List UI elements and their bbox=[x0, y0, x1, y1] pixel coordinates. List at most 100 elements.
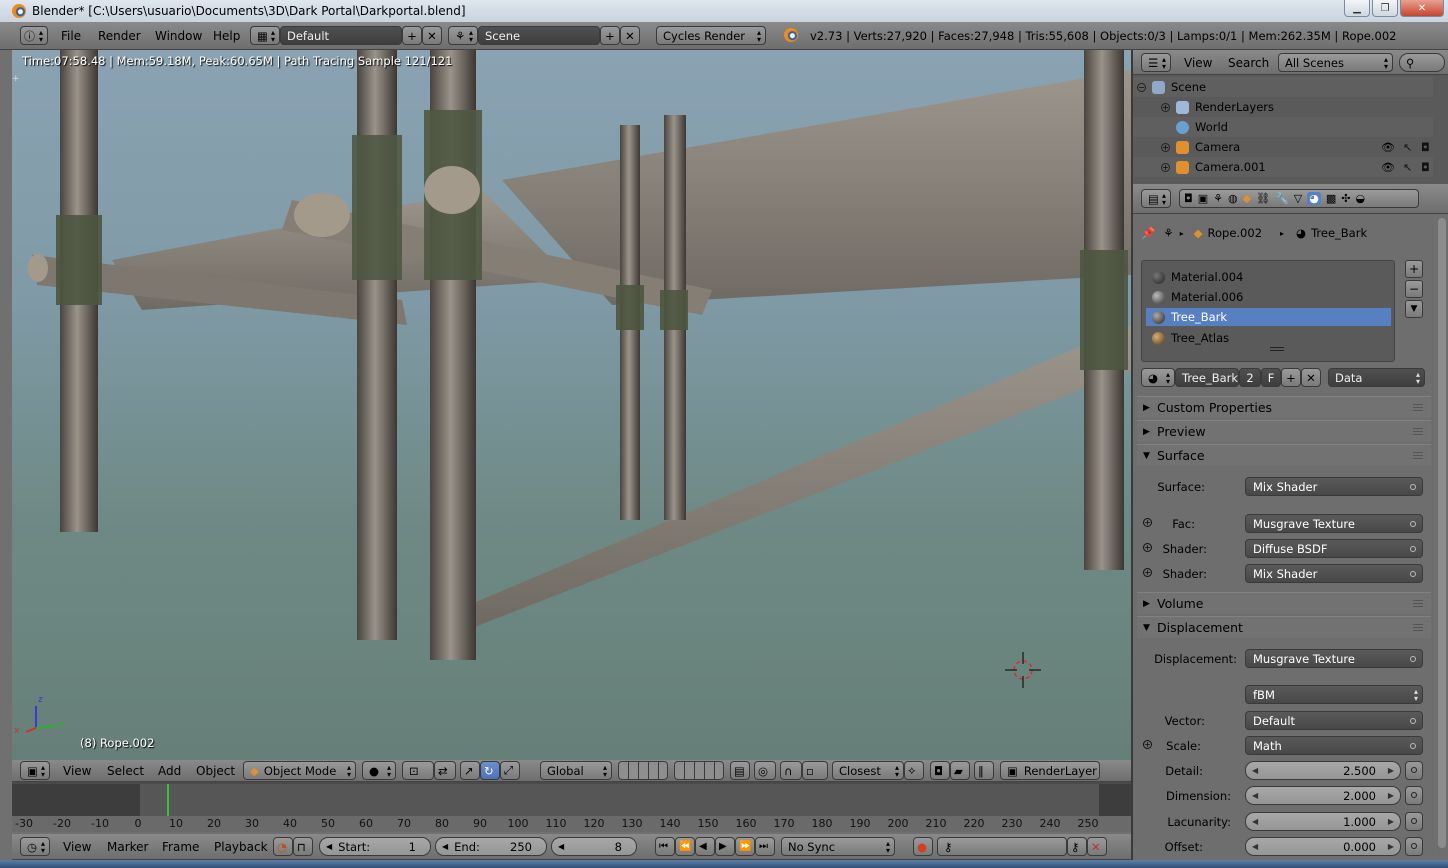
expand-icon[interactable]: + bbox=[1161, 102, 1170, 112]
menu-render[interactable]: Render bbox=[98, 26, 141, 46]
transform-orientation-select[interactable]: Global ▴ ▾ bbox=[540, 761, 612, 780]
timeline-menu-frame[interactable]: Frame bbox=[162, 837, 199, 857]
preview-range-button[interactable]: ◔ bbox=[273, 837, 293, 856]
proportional-edit-button[interactable]: ◎ bbox=[754, 761, 776, 780]
snap-target-select[interactable]: Closest ▴ ▾ bbox=[832, 761, 904, 780]
add-layout-button[interactable]: + bbox=[402, 26, 422, 45]
snap-toggle-button[interactable]: ∩ bbox=[780, 761, 802, 780]
menu-add[interactable]: Add bbox=[158, 761, 181, 781]
screen-layout-field[interactable]: Default bbox=[280, 26, 402, 45]
shader-2-input-select[interactable]: Mix Shader bbox=[1245, 564, 1423, 583]
lacunarity-number-field[interactable]: ◀ 1.000 ▶ bbox=[1245, 812, 1401, 831]
detail-socket-button[interactable] bbox=[1405, 761, 1423, 780]
outliner-editor-type-button[interactable]: ☰ ▴ ▾ bbox=[1141, 53, 1171, 72]
jump-to-keyframe-prev-button[interactable]: ⏪ bbox=[675, 837, 695, 856]
outliner-row-renderlayers[interactable]: + RenderLayers bbox=[1133, 97, 1433, 117]
material-name-field[interactable]: Tree_Bark bbox=[1175, 368, 1239, 387]
editor-type-menu[interactable]: ⓘ ▴ ▾ bbox=[20, 26, 48, 45]
timeline-menu-marker[interactable]: Marker bbox=[107, 837, 148, 857]
outliner-row-camera[interactable]: + Camera 👁 ↖ ◘ bbox=[1133, 137, 1433, 157]
sync-mode-select[interactable]: No Sync ▴ ▾ bbox=[781, 837, 895, 856]
render-camera-icon[interactable]: ◘ bbox=[1421, 141, 1430, 154]
jump-to-start-button[interactable]: ⏮ bbox=[655, 837, 675, 856]
expand-icon[interactable]: + bbox=[1161, 162, 1170, 172]
outliner-row-camera-001[interactable]: + Camera.001 👁 ↖ ◘ bbox=[1133, 157, 1433, 177]
unlink-material-button[interactable]: ✕ bbox=[1301, 368, 1321, 387]
rotate-manipulator-button[interactable]: ↻ bbox=[480, 761, 500, 780]
dimension-number-field[interactable]: ◀ 2.000 ▶ bbox=[1245, 786, 1401, 805]
menu-file[interactable]: File bbox=[61, 26, 81, 46]
render-layer-select[interactable]: ▣ RenderLayer bbox=[1000, 761, 1100, 780]
menu-window[interactable]: Window bbox=[155, 26, 202, 46]
pause-render-button[interactable]: ‖ bbox=[974, 761, 994, 780]
outliner-display-mode-select[interactable]: All Scenes ▴ ▾ bbox=[1278, 53, 1393, 72]
opengl-render-image-button[interactable]: ◘ bbox=[930, 761, 950, 780]
modifiers-tab-icon[interactable]: 🔧 bbox=[1275, 192, 1289, 205]
properties-editor-type-button[interactable]: ▤ ▴ ▾ bbox=[1141, 189, 1171, 208]
delete-keyframe-button[interactable]: ✕ bbox=[1087, 837, 1107, 856]
start-frame-field[interactable]: ◀ Start: 1 bbox=[319, 837, 431, 856]
material-slot-item[interactable]: Material.006 bbox=[1146, 288, 1391, 306]
dimension-socket-button[interactable] bbox=[1405, 786, 1423, 805]
displacement-input-select[interactable]: Musgrave Texture bbox=[1245, 649, 1423, 668]
keying-set-field[interactable]: ⚷ bbox=[937, 837, 1067, 856]
render-tab-icon[interactable]: ◘ bbox=[1184, 192, 1193, 205]
browse-material-button[interactable]: ◕ ▴ ▾ bbox=[1141, 368, 1175, 387]
scale-manipulator-button[interactable]: ⤢ bbox=[500, 761, 520, 780]
menu-select[interactable]: Select bbox=[107, 761, 144, 781]
panel-drag-grip-icon[interactable] bbox=[1413, 403, 1423, 411]
lock-camera-button[interactable]: ▤ bbox=[730, 761, 750, 780]
lacunarity-socket-button[interactable] bbox=[1405, 812, 1423, 831]
remove-material-slot-button[interactable]: − bbox=[1405, 280, 1423, 298]
constraints-tab-icon[interactable]: ⛓ bbox=[1256, 192, 1270, 205]
scrollbar-thumb[interactable] bbox=[1438, 218, 1446, 848]
scene-tab-icon[interactable]: ⚘ bbox=[1213, 192, 1223, 205]
snap-align-button[interactable]: ⟡ bbox=[904, 761, 924, 780]
outliner-row-world[interactable]: World bbox=[1133, 117, 1433, 137]
auto-keying-button[interactable]: ● bbox=[913, 837, 933, 856]
offset-socket-button[interactable] bbox=[1405, 837, 1423, 856]
fake-user-button[interactable]: F bbox=[1261, 368, 1281, 387]
properties-context-tabs[interactable]: ◘ ▣ ⚘ ◍ ◆ ⛓ 🔧 ▽ ◕ ▩ ✣ ◒ bbox=[1179, 189, 1419, 208]
timeline[interactable]: -30 -20 -10 0 10 20 30 40 50 60 70 80 90 100 110 120 130… bbox=[12, 782, 1131, 832]
texture-tab-icon[interactable]: ▩ bbox=[1326, 192, 1336, 205]
panel-drag-grip-icon[interactable] bbox=[1413, 599, 1423, 607]
opengl-render-anim-button[interactable]: ▰ bbox=[950, 761, 970, 780]
current-frame-field[interactable]: ◀ 8 bbox=[551, 837, 637, 856]
add-material-slot-button[interactable]: + bbox=[1405, 260, 1423, 278]
material-slot-item[interactable]: Tree_Atlas bbox=[1146, 329, 1391, 347]
expand-icon[interactable]: + bbox=[1161, 142, 1170, 152]
outliner-menu-view[interactable]: View bbox=[1184, 53, 1212, 73]
maximize-button[interactable]: ❐ bbox=[1372, 0, 1398, 17]
material-slot-list[interactable]: Material.004 Material.006 Tree_Bark Tree… bbox=[1141, 260, 1395, 362]
data-tab-icon[interactable]: ▽ bbox=[1294, 192, 1302, 205]
jump-to-end-button[interactable]: ⏭ bbox=[755, 837, 775, 856]
pin-icon[interactable]: 📌 bbox=[1141, 226, 1155, 240]
minimize-button[interactable]: ▁ bbox=[1344, 0, 1370, 17]
add-scene-button[interactable]: + bbox=[600, 26, 620, 45]
area-split-handle[interactable]: + bbox=[12, 74, 22, 84]
fac-input-select[interactable]: Musgrave Texture bbox=[1245, 514, 1423, 533]
scale-input-select[interactable]: Math bbox=[1245, 736, 1423, 755]
render-engine-select[interactable]: Cycles Render ▴ ▾ bbox=[656, 26, 766, 45]
panel-drag-grip-icon[interactable] bbox=[1413, 623, 1423, 631]
outliner-menu-search[interactable]: Search bbox=[1228, 53, 1269, 73]
material-slot-item[interactable]: Material.004 bbox=[1146, 268, 1391, 286]
scene-icon-button[interactable]: ⚘ ▴ ▾ bbox=[448, 26, 478, 45]
scene-field[interactable]: Scene bbox=[478, 26, 600, 45]
remove-layout-button[interactable]: ✕ bbox=[422, 26, 442, 45]
visibility-eye-icon[interactable]: 👁 bbox=[1381, 161, 1395, 174]
material-link-select[interactable]: Data ▴ ▾ bbox=[1328, 368, 1425, 387]
lock-frame-range-button[interactable]: ⊓ bbox=[293, 837, 313, 856]
timeline-track[interactable] bbox=[12, 784, 1131, 816]
timeline-ruler[interactable]: -30 -20 -10 0 10 20 30 40 50 60 70 80 90 100 110 120 130… bbox=[12, 816, 1131, 832]
shader-1-input-select[interactable]: Diffuse BSDF bbox=[1245, 539, 1423, 558]
viewport-shading-select[interactable]: ● ▴ ▾ bbox=[362, 761, 396, 780]
play-reverse-button[interactable]: ◀ bbox=[695, 837, 715, 856]
offset-number-field[interactable]: ◀ 0.000 ▶ bbox=[1245, 837, 1401, 856]
panel-drag-grip-icon[interactable] bbox=[1413, 427, 1423, 435]
insert-keyframe-button[interactable]: ⚷ bbox=[1067, 837, 1087, 856]
menu-help[interactable]: Help bbox=[213, 26, 240, 46]
layer-buttons-group-1[interactable] bbox=[618, 761, 668, 780]
preview-panel-header[interactable]: ▶ Preview bbox=[1137, 420, 1431, 442]
